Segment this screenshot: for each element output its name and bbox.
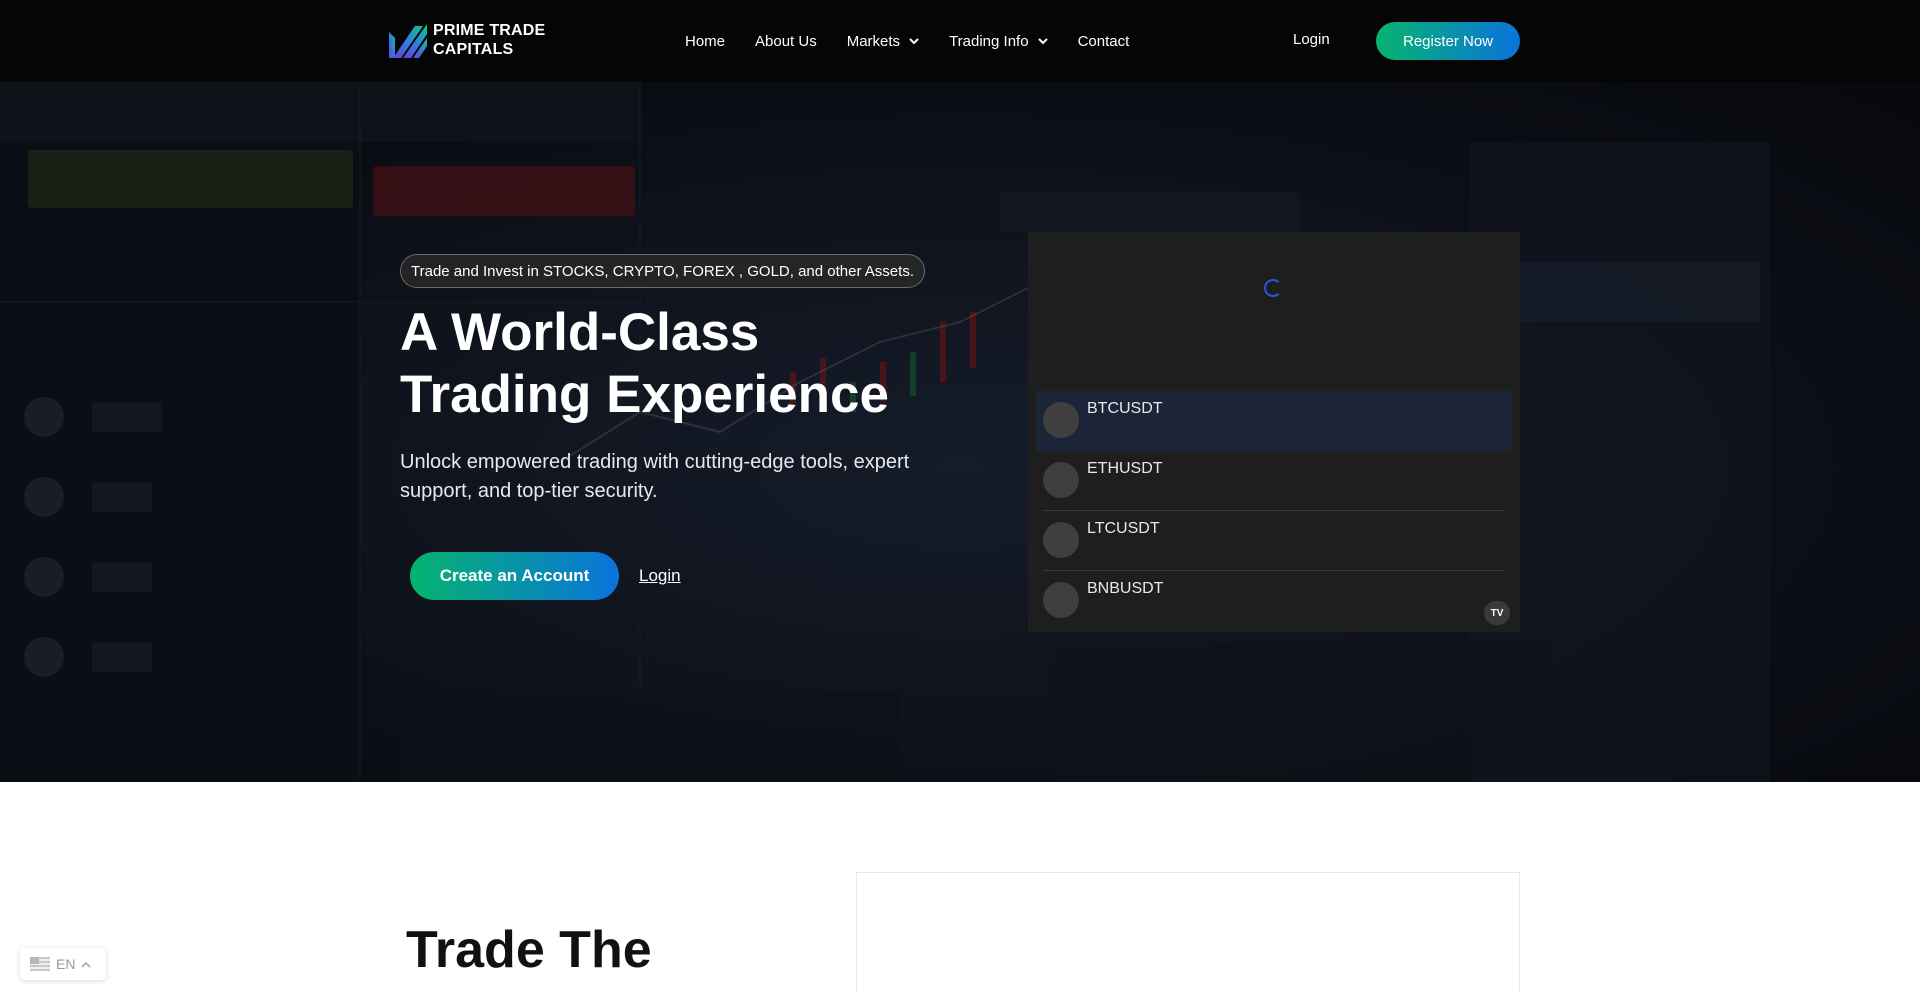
prime-trade-logo-icon xyxy=(389,24,427,58)
nav-about-us[interactable]: About Us xyxy=(755,33,817,50)
hero-title-line1: A World-Class xyxy=(400,303,760,362)
nav-home[interactable]: Home xyxy=(685,33,725,50)
nav-home-label: Home xyxy=(685,32,726,50)
hero-login-link[interactable]: Login xyxy=(639,566,681,586)
section-title: Trade The xyxy=(406,921,652,979)
crypto-ticker-widget: BTCUSDT ETHUSDT LTCUSDT BNBUSDT TV xyxy=(1028,232,1520,632)
us-flag-icon xyxy=(30,957,50,971)
ticker-row-ltcusdt[interactable]: LTCUSDT xyxy=(1043,511,1505,571)
coin-avatar-icon xyxy=(1043,402,1079,438)
brand-name: PRIME TRADE CAPITALS xyxy=(433,21,545,59)
nav-markets[interactable]: Markets xyxy=(847,33,919,50)
chevron-up-icon xyxy=(81,961,92,968)
hero-section: Trade and Invest in STOCKS, CRYPTO, FORE… xyxy=(0,82,1920,782)
chevron-down-icon xyxy=(909,37,919,44)
ticker-list: BTCUSDT ETHUSDT LTCUSDT BNBUSDT xyxy=(1036,391,1512,631)
ticker-symbol: LTCUSDT xyxy=(1087,520,1160,537)
nav-markets-label: Markets xyxy=(846,32,901,50)
main-menu: Home About Us Markets Trading Info Conta… xyxy=(685,0,1129,82)
asset-classes-badge: Trade and Invest in STOCKS, CRYPTO, FORE… xyxy=(400,254,925,288)
hero-title-line2: Trading Experience xyxy=(400,365,889,424)
ticker-row-ethusdt[interactable]: ETHUSDT xyxy=(1043,451,1505,511)
coin-avatar-icon xyxy=(1043,462,1079,498)
nav-contact-label: Contact xyxy=(1077,32,1130,50)
nav-login-link[interactable]: Login xyxy=(1293,31,1330,48)
ticker-row-btcusdt[interactable]: BTCUSDT xyxy=(1036,391,1512,451)
language-switcher[interactable]: EN xyxy=(20,948,106,980)
loading-spinner-icon xyxy=(1264,279,1282,297)
chevron-down-icon xyxy=(1037,37,1048,44)
create-account-button[interactable]: Create an Account xyxy=(410,552,619,600)
coin-avatar-icon xyxy=(1043,582,1079,618)
brand-logo[interactable]: PRIME TRADE CAPITALS xyxy=(389,21,545,59)
hero-overlay xyxy=(0,82,1920,782)
nav-trading-info-label: Trading Info xyxy=(949,32,1029,50)
top-navbar: PRIME TRADE CAPITALS Home About Us Marke… xyxy=(0,0,1920,82)
nav-contact[interactable]: Contact xyxy=(1078,33,1130,50)
ticker-symbol: BNBUSDT xyxy=(1087,580,1164,597)
tradingview-logo-icon[interactable]: TV xyxy=(1484,601,1510,625)
ticker-symbol: ETHUSDT xyxy=(1087,460,1163,477)
section-card xyxy=(856,872,1520,993)
hero-subtitle: Unlock empowered trading with cutting-ed… xyxy=(400,451,910,502)
nav-trading-info[interactable]: Trading Info xyxy=(949,33,1048,50)
nav-about-us-label: About Us xyxy=(755,32,817,50)
brand-name-line2: CAPITALS xyxy=(433,41,514,58)
coin-avatar-icon xyxy=(1043,522,1079,558)
language-code: EN xyxy=(56,956,76,972)
hero-title: A World-Class Trading Experience xyxy=(400,302,960,426)
ticker-symbol: BTCUSDT xyxy=(1087,400,1163,417)
ticker-row-bnbusdt[interactable]: BNBUSDT xyxy=(1043,571,1505,631)
register-now-button[interactable]: Register Now xyxy=(1376,22,1520,60)
brand-name-line1: PRIME TRADE xyxy=(433,22,546,39)
